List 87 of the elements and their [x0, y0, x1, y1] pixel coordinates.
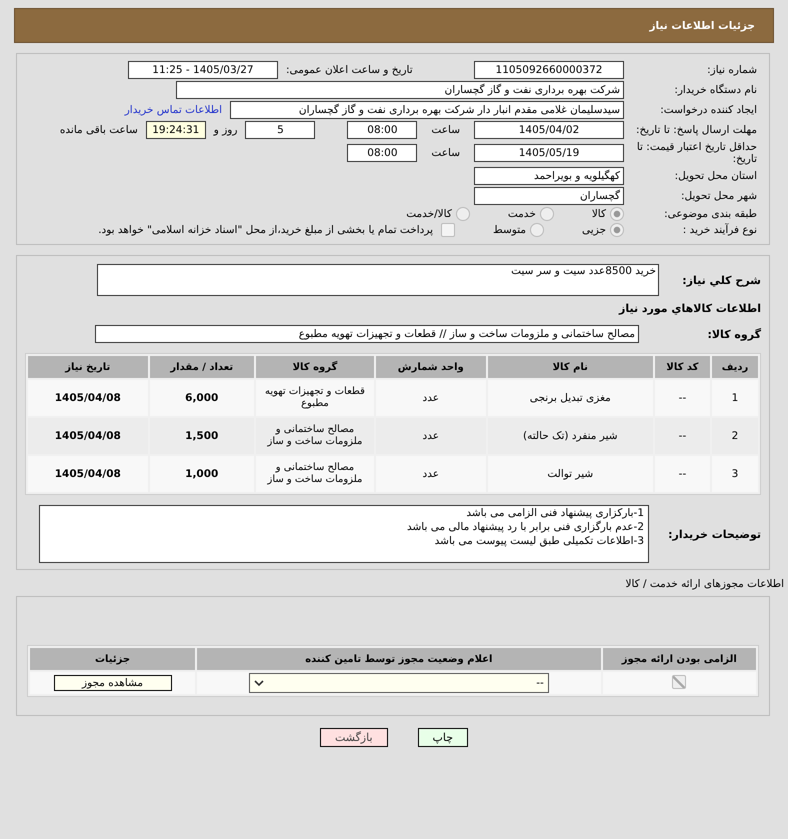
table-cell: عدد [376, 456, 486, 492]
days-label: روز و [214, 124, 238, 136]
table-cell: -- [654, 418, 710, 454]
radio-button[interactable] [456, 207, 470, 221]
chevron-down-icon [254, 680, 264, 686]
remaining-label: ساعت باقی مانده [60, 124, 138, 136]
status-dropdown[interactable]: -- [248, 673, 549, 693]
field-label: شهر محل تحویل: [681, 190, 757, 202]
column-header: تعداد / مقدار [150, 356, 254, 378]
view-license-button[interactable]: مشاهده مجوز [54, 675, 172, 691]
field-label: شرح کلي نیاز: [681, 274, 761, 286]
note-line: 2-عدم بارگزاری فنی برابر با رد پیشنهاد مالی می باشد [406, 520, 644, 534]
column-header: جزئیات [30, 648, 196, 670]
goods-group-field[interactable]: مصالح ساختمانی و ملزومات ساخت و ساز // قطعات و تجهیزات تهویه مطبوع [95, 325, 639, 343]
table-cell: قطعات و تجهیزات تهویه مطبوع [256, 380, 374, 416]
province-field[interactable]: کهگیلویه و بویراحمد [474, 167, 624, 185]
table-cell: 1,500 [150, 418, 254, 454]
days-field[interactable]: 5 [245, 121, 316, 139]
section-title: اطلاعات مجوزهای ارائه خدمت / کالا [624, 578, 784, 590]
table-cell: -- [654, 380, 710, 416]
buyer-contact-link[interactable]: اطلاعات تماس خریدار [124, 104, 222, 116]
radio-button[interactable] [610, 223, 624, 237]
field-label: نام دستگاه خریدار: [674, 84, 757, 96]
table-cell: 6,000 [150, 380, 254, 416]
note-line: 1-بارکزاری پیشنهاد فنی الزامی می باشد [465, 506, 644, 520]
table-cell: 2 [712, 418, 758, 454]
column-header: الزامی بودن ارائه مجوز [602, 648, 756, 670]
column-header: واحد شمارش [376, 356, 486, 378]
field-label: تاریخ و ساعت اعلان عمومی: [286, 64, 413, 76]
table-cell: مغزی تبدیل برنجی [488, 380, 653, 416]
section-title: اطلاعات کالاهاي مورد نیاز [618, 302, 761, 315]
requester-field[interactable]: سیدسلیمان غلامی مقدم انبار دار شرکت بهره برداری نفت و گاز گچساران [230, 101, 624, 119]
time-label: ساعت [431, 147, 460, 159]
table-cell: -- [654, 456, 710, 492]
deadline-date-field[interactable]: 1405/04/02 [474, 121, 624, 139]
radio-label: متوسط [493, 224, 526, 236]
time-label: ساعت [431, 124, 460, 136]
city-field[interactable]: گچساران [474, 187, 624, 205]
print-button[interactable]: چاپ [418, 728, 468, 747]
table-cell: شیر توالت [488, 456, 653, 492]
buyer-field[interactable]: شرکت بهره برداری نفت و گاز گچساران [176, 81, 624, 99]
table-cell: 1405/04/08 [28, 418, 148, 454]
back-button[interactable]: بازگشت [320, 728, 388, 747]
table-cell: 1405/04/08 [28, 456, 148, 492]
column-header: کد کالا [654, 356, 710, 378]
field-label: توضیحات خریدار: [667, 528, 761, 540]
note-line: 3-اطلاعات تکمیلی طبق لیست پیوست می باشد [434, 534, 644, 548]
table-cell: 1,000 [150, 456, 254, 492]
remaining-time-field: 19:24:31 [146, 121, 206, 139]
field-label: ایجاد کننده درخواست: [660, 104, 757, 116]
column-header: نام کالا [488, 356, 653, 378]
table-cell: 3 [712, 456, 758, 492]
radio-label: جزیی [582, 224, 606, 236]
table-cell: شیر منفرد (تک حالته) [488, 418, 653, 454]
field-label: طبقه بندی موضوعی: [664, 208, 757, 220]
field-label: حداقل تاریخ اعتبار قیمت: تا تاریخ: [636, 141, 757, 165]
buyer-notes-textarea[interactable]: 1-بارکزاری پیشنهاد فنی الزامی می باشد 2-عدم بارگزاری فنی برابر با رد پیشنهاد مالی می باشد 3-اطلاعات تکمیلی طبق لیست پیوست می باشد [39, 505, 649, 563]
field-label: شماره نیاز: [707, 64, 757, 76]
column-header: ردیف [712, 356, 758, 378]
field-label: استان محل تحویل: [674, 170, 757, 182]
validity-time-field[interactable]: 08:00 [347, 144, 418, 162]
radio-button[interactable] [530, 223, 544, 237]
radio-label: کالا/خدمت [406, 208, 452, 220]
checkbox-label: پرداخت تمام یا بخشی از مبلغ خرید،از محل "اسناد خزانه اسلامی" خواهد بود. [98, 224, 434, 236]
field-label: نوع فرآیند خرید : [682, 224, 757, 236]
column-header: تاریخ نیاز [28, 356, 148, 378]
field-label: گروه کالا: [706, 328, 761, 340]
page-title: جزئیات اطلاعات نیاز [650, 20, 755, 32]
field-label: مهلت ارسال پاسخ: تا تاریخ: [636, 124, 757, 136]
deadline-time-field[interactable]: 08:00 [347, 121, 418, 139]
table-cell: عدد [376, 380, 486, 416]
checkbox[interactable] [441, 223, 456, 237]
column-header: گروه کالا [256, 356, 374, 378]
radio-label: کالا [592, 208, 606, 220]
need-number-field[interactable]: 1105092660000372 [474, 61, 624, 79]
summary-textarea[interactable]: خرید 8500عدد سیت و سر سیت [97, 264, 659, 296]
table-cell: مصالح ساختمانی و ملزومات ساخت و ساز [256, 418, 374, 454]
announce-date-field[interactable]: 1405/03/27 - 11:25 [128, 61, 278, 79]
table-cell: 1 [712, 380, 758, 416]
column-header: اعلام وضعیت مجوز توسط تامین کننده [197, 648, 601, 670]
validity-date-field[interactable]: 1405/05/19 [474, 144, 624, 162]
table-cell: 1405/04/08 [28, 380, 148, 416]
radio-label: خدمت [508, 208, 536, 220]
radio-button[interactable] [540, 207, 554, 221]
table-cell: عدد [376, 418, 486, 454]
table-cell: مصالح ساختمانی و ملزومات ساخت و ساز [256, 456, 374, 492]
radio-button[interactable] [610, 207, 624, 221]
